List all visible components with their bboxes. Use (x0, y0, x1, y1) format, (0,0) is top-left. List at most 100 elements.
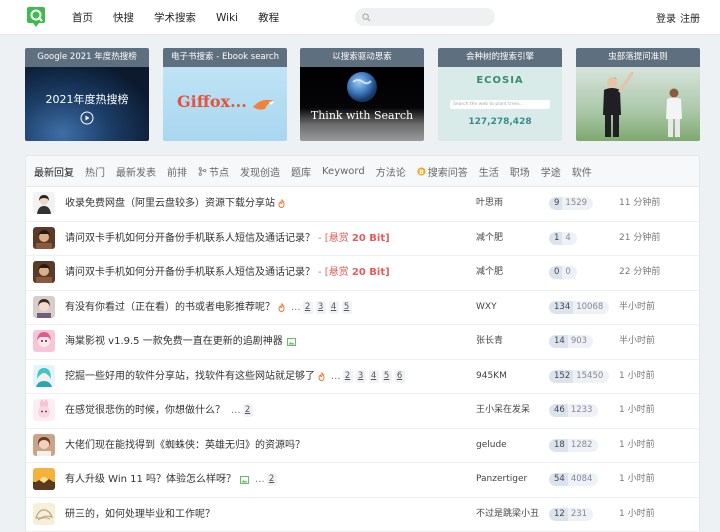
banner-think-with-search[interactable]: 以搜索驱动思索 Think with Search (300, 48, 424, 141)
banner-google-trends[interactable]: Google 2021 年度热搜榜 2021年度热搜榜 (25, 48, 149, 141)
thread-author[interactable]: 减个肥 (476, 222, 503, 255)
thread-author[interactable]: 王小呆在发呆 (476, 394, 530, 427)
view-count: 4 (562, 231, 577, 245)
tab-discover-create[interactable]: 发现创造 (240, 164, 280, 179)
thread-author[interactable]: gelude (476, 429, 507, 462)
page-link[interactable]: 2 (302, 300, 313, 314)
search-input[interactable] (355, 8, 495, 26)
thread-author[interactable]: 张长青 (476, 325, 503, 358)
last-reply-time: 半小时前 (619, 301, 656, 312)
tab-keyword[interactable]: Keyword (322, 166, 365, 177)
thread-author[interactable]: 945KM (476, 360, 507, 393)
thread-title[interactable]: 研三的，如何处理毕业和工作呢？ (65, 498, 215, 531)
avatar[interactable] (33, 226, 55, 249)
reply-count: 18 (549, 438, 568, 452)
tab-life[interactable]: 生活 (479, 164, 499, 179)
thread-title[interactable]: 有没有你看过（正在看）的书或者电影推荐呢？... 2 3 4 5 (65, 291, 355, 324)
page-link[interactable]: 4 (328, 300, 339, 314)
last-reply-time: 1 小时前 (619, 405, 655, 415)
tab-study[interactable]: 学途 (541, 164, 561, 179)
reply-view-counts: 00 (549, 266, 577, 279)
page-link[interactable]: 2 (342, 369, 353, 383)
avatar[interactable] (33, 295, 55, 318)
topic-tabs: 最新回复 热门 最新发表 前排 节点 发现创造 题库 Keyword 方法论 B… (25, 155, 700, 187)
page-link[interactable]: 3 (355, 369, 366, 383)
banner-caption: 以搜索驱动思索 (300, 48, 424, 67)
referee-photo-icon (603, 71, 682, 137)
last-reply-time: 21 分钟前 (619, 232, 661, 243)
thread-author[interactable]: Panzertiger (476, 463, 527, 496)
thread-author[interactable]: 减个肥 (476, 256, 503, 289)
hot-fire-icon (278, 302, 285, 312)
banner-question-guidelines[interactable]: 虫部落提问准则 (576, 48, 700, 141)
login-link[interactable]: 登录 (656, 10, 676, 25)
avatar[interactable] (33, 433, 55, 456)
thread-title[interactable]: 挖掘一些好用的软件分享站，找软件有这些网站就足够了... 2 3 4 5 6 (65, 360, 408, 393)
view-count: 0 (562, 266, 577, 279)
thread-title[interactable]: 在感觉很悲伤的时候，你想做什么？... 2 (65, 394, 256, 427)
thread-pagination: ... 2 (231, 394, 256, 427)
page-link[interactable]: 5 (381, 369, 392, 383)
tab-software[interactable]: 软件 (572, 164, 592, 179)
nav-quick-search[interactable]: 快搜 (113, 10, 134, 25)
tab-nodes[interactable]: 节点 (198, 164, 229, 179)
tab-latest-posts[interactable]: 最新发表 (116, 164, 156, 179)
avatar[interactable] (33, 261, 55, 283)
nav-tutorials[interactable]: 教程 (258, 10, 279, 25)
reply-count: 134 (549, 300, 574, 314)
nav-wiki[interactable]: Wiki (216, 12, 238, 24)
thread-author[interactable]: 叶思雨 (476, 187, 503, 220)
page-link[interactable]: 6 (394, 369, 405, 383)
bounty-amount: 20 Bit] (351, 232, 390, 244)
avatar[interactable] (33, 330, 55, 352)
view-count: 4084 (567, 473, 599, 486)
reply-view-counts: 14 (549, 231, 577, 245)
avatar[interactable] (33, 364, 55, 387)
thread-row: 在感觉很悲伤的时候，你想做什么？... 2 王小呆在发呆 46 1233 1 小时前 (26, 394, 699, 429)
site-logo-icon[interactable] (25, 5, 47, 29)
tab-hot[interactable]: 热门 (85, 164, 105, 179)
tab-search-qa[interactable]: B 搜索问答 (417, 164, 468, 179)
top-navbar: 首页 快搜 学术搜索 Wiki 教程 登录 注册 (0, 0, 720, 35)
last-reply-time: 1 小时前 (619, 474, 655, 484)
thread-title-text: 研三的，如何处理毕业和工作呢？ (65, 508, 215, 520)
banner-ebook-search[interactable]: 电子书搜索 - Ebook search Giffox... (163, 48, 287, 141)
avatar[interactable] (33, 502, 55, 525)
tab-latest-reply[interactable]: 最新回复 (34, 164, 74, 179)
thread-title[interactable]: 大佬们现在能找得到《蜘蛛侠：英雄无归》的资源吗？ (65, 429, 305, 462)
avatar[interactable] (33, 192, 55, 214)
page-link[interactable]: 2 (266, 473, 277, 486)
thread-title-text: 请问双卡手机如何分开备份手机联系人短信及通话记录？ (65, 232, 315, 244)
thread-title[interactable]: 海棠影视 v1.9.5 一款免费一直在更新的追剧神器 (65, 325, 296, 358)
page-link[interactable]: 4 (368, 369, 379, 383)
thread-title-text: 挖掘一些好用的软件分享站，找软件有这些网站就足够了 (65, 370, 315, 382)
thread-title-text: 有人升级 Win 11 吗？体验怎么样呀？ (65, 474, 237, 485)
avatar[interactable] (33, 399, 55, 421)
view-count: 10068 (573, 300, 610, 314)
tab-methodology[interactable]: 方法论 (376, 164, 406, 179)
page-link[interactable]: 3 (315, 300, 326, 314)
thread-title[interactable]: 收录免费网盘（阿里云盘较多）资源下载分享站 (65, 187, 285, 220)
bounty-prefix: - [悬赏 (318, 232, 352, 244)
thread-author[interactable]: WXY (476, 291, 497, 324)
tab-question-bank[interactable]: 题库 (291, 164, 311, 179)
view-count: 903 (567, 335, 594, 348)
banner-ecosia[interactable]: 会种树的搜索引擎 ECOSIA Search the web to plant … (438, 48, 562, 141)
page-link[interactable]: 2 (242, 404, 253, 417)
auth-links: 登录 注册 (656, 0, 700, 35)
thread-title[interactable]: 请问双卡手机如何分开备份手机联系人短信及通话记录？ - [悬赏 20 Bit] (65, 222, 390, 255)
thread-row: 有没有你看过（正在看）的书或者电影推荐呢？... 2 3 4 5 WXY 134 10068 半… (26, 291, 699, 325)
banner-counter: 127,278,428 (468, 117, 532, 127)
thread-title[interactable]: 有人升级 Win 11 吗？体验怎么样呀？... 2 (65, 463, 280, 496)
thread-author[interactable]: 不过是跳梁小丑 (476, 498, 539, 531)
nav-academic-search[interactable]: 学术搜索 (154, 10, 196, 25)
banner-overlay-text: 2021年度热搜榜 (45, 93, 129, 106)
avatar[interactable] (33, 468, 55, 490)
tab-workplace[interactable]: 职场 (510, 164, 530, 179)
nav-home[interactable]: 首页 (72, 10, 93, 25)
page-link[interactable]: 5 (341, 300, 352, 314)
register-link[interactable]: 注册 (680, 10, 700, 25)
tab-front-row[interactable]: 前排 (167, 164, 187, 179)
thread-list: 收录免费网盘（阿里云盘较多）资源下载分享站 叶思雨 9 1529 11 分钟前 请问双卡手… (25, 187, 700, 532)
thread-title[interactable]: 请问双卡手机如何分开备份手机联系人短信及通话记录？ - [悬赏 20 Bit] (65, 256, 390, 289)
